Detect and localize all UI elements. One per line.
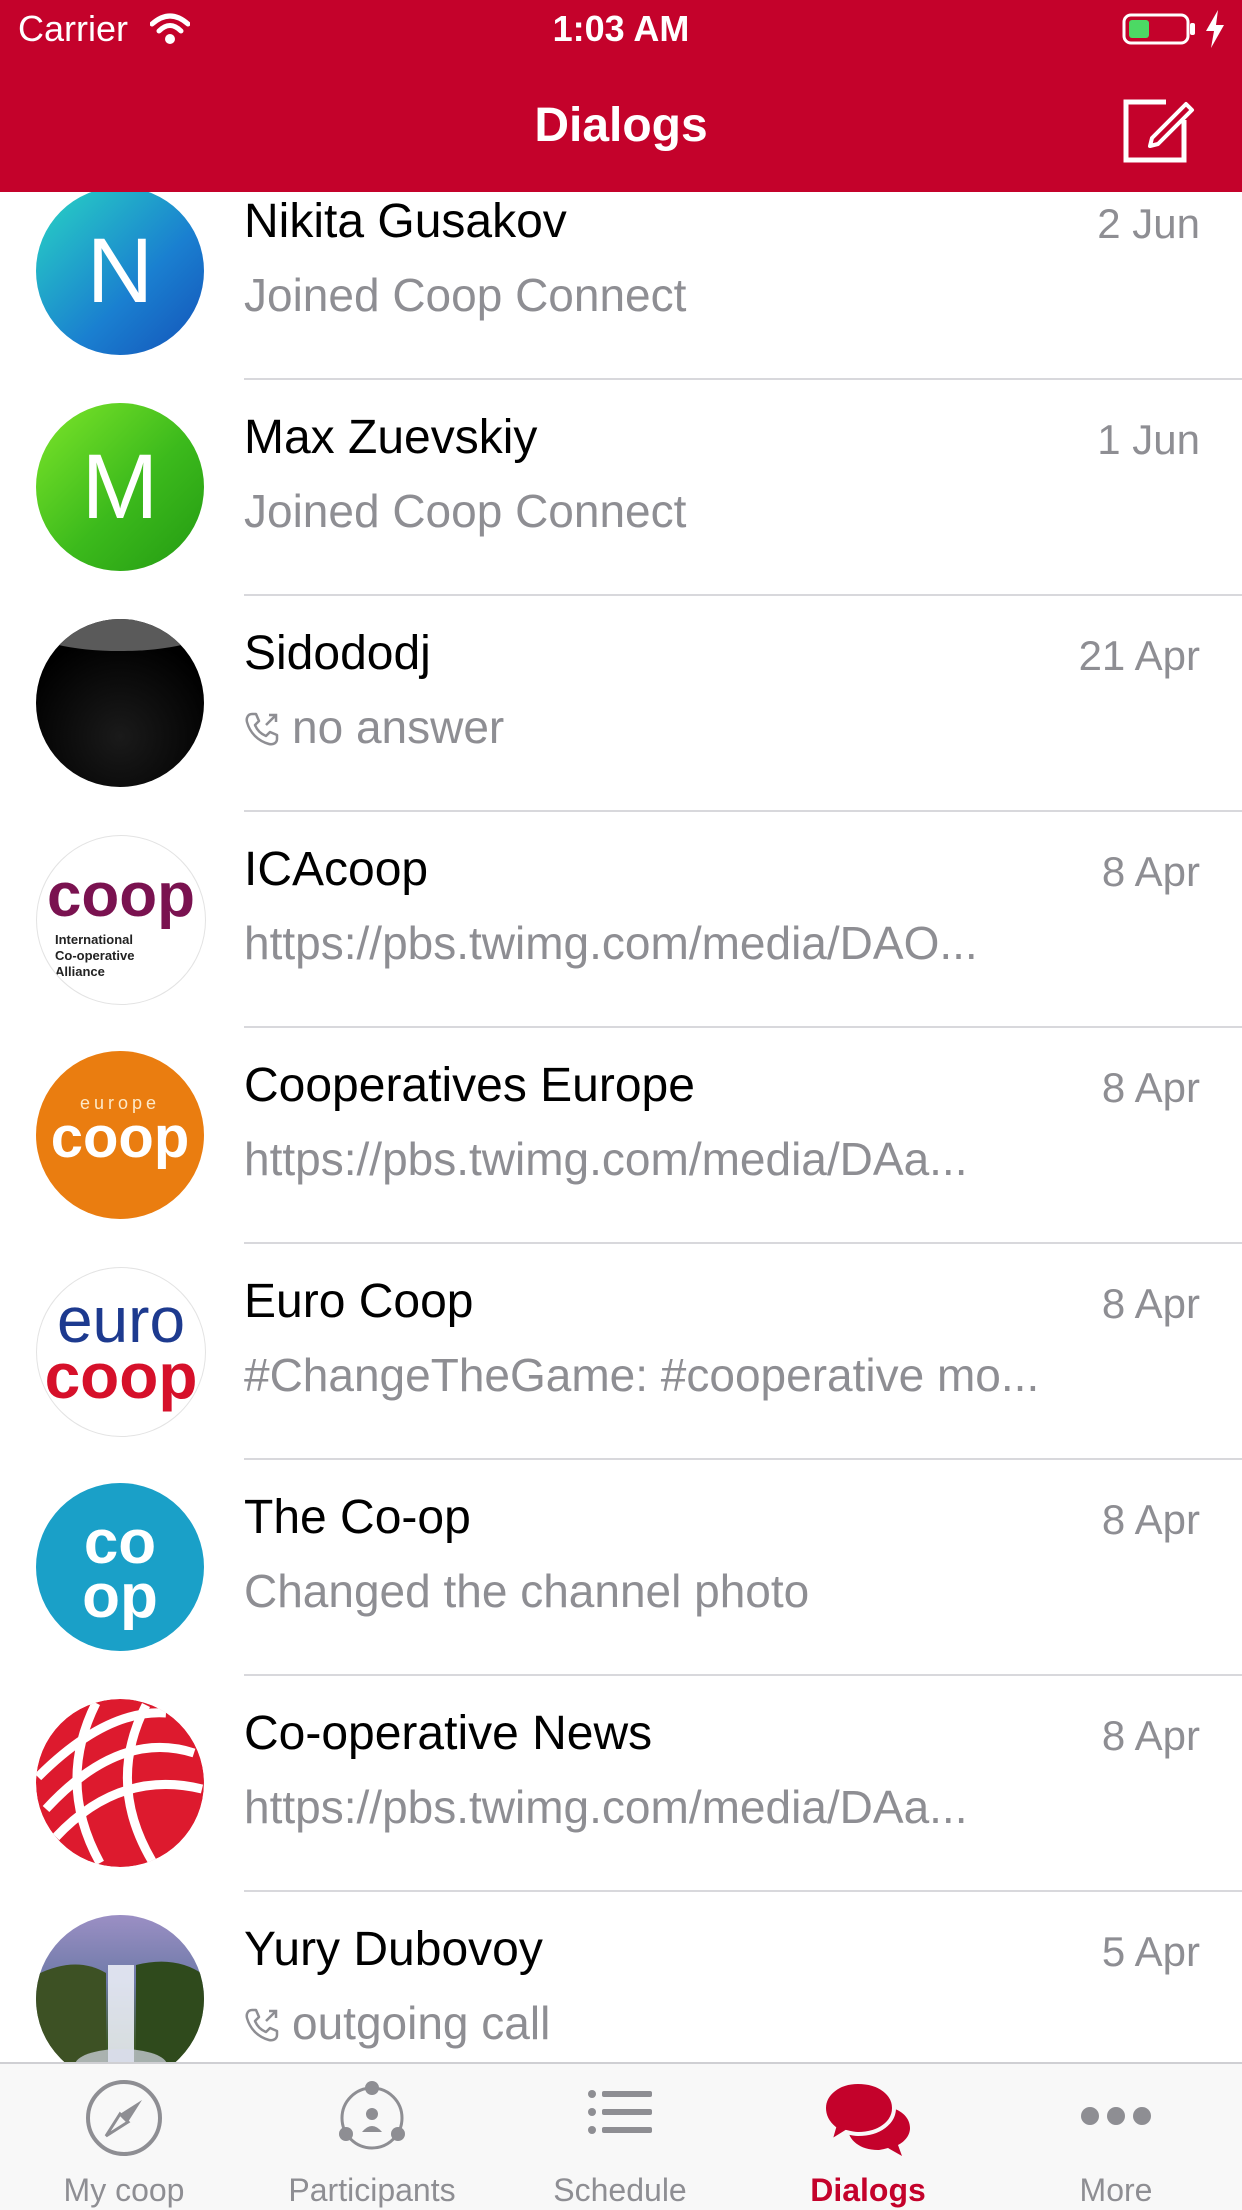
euro-coop-logo-text: coop xyxy=(45,1340,198,1412)
compose-icon[interactable] xyxy=(1122,90,1196,164)
dialog-name: ICAcoop xyxy=(244,843,429,896)
avatar: coop International Co-operative Alliance xyxy=(36,835,206,1005)
ica-logo-line: Co-operative xyxy=(55,948,134,963)
dialog-name: Max Zuevskiy xyxy=(244,411,538,464)
dialog-preview: outgoing call xyxy=(244,1996,1144,2050)
globe-logo-icon xyxy=(36,1699,204,1867)
dialog-date: 8 Apr xyxy=(1101,848,1200,895)
dialog-preview: Changed the channel photo xyxy=(244,1565,810,1617)
dialog-preview: https://pbs.twimg.com/media/DAO... xyxy=(244,917,978,969)
coop-europe-logo-text: coop xyxy=(51,1105,190,1170)
avatar: europe coop xyxy=(36,1051,204,1219)
dialog-preview-text: outgoing call xyxy=(292,1997,551,2049)
euro-coop-logo-icon: euro coop xyxy=(45,1284,198,1412)
dialog-row[interactable]: M Max Zuevskiy 1 Jun Joined Coop Connect xyxy=(0,380,1242,596)
dialog-row[interactable]: Co-operative News 8 Apr https://pbs.twim… xyxy=(0,1676,1242,1892)
ica-logo-icon: coop International Co-operative Alliance xyxy=(47,861,195,979)
battery-icon xyxy=(1122,13,1195,45)
dialog-preview: #ChangeTheGame: #cooperative mo... xyxy=(244,1349,1040,1401)
avatar: M xyxy=(36,403,204,571)
ica-logo-line: International xyxy=(55,932,133,947)
the-coop-logo-icon: co op xyxy=(82,1508,158,1631)
dark-photo-icon xyxy=(36,619,204,651)
tab-bar: My coop Participants Schedule Dialogs Mo… xyxy=(0,2062,1242,2210)
page-title: Dialogs xyxy=(534,99,708,152)
dialog-preview: https://pbs.twimg.com/media/DAa... xyxy=(244,1133,968,1185)
dialog-name: The Co-op xyxy=(244,1491,471,1544)
status-time: 1:03 AM xyxy=(552,8,690,49)
tab-my-coop[interactable]: My coop xyxy=(0,2064,248,2210)
list-icon xyxy=(588,2090,652,2134)
dialog-row[interactable]: N Nikita Gusakov 2 Jun Joined Coop Conne… xyxy=(0,192,1242,380)
coop-europe-logo-icon: europe coop xyxy=(51,1093,190,1170)
avatar xyxy=(36,1915,204,2062)
participants-icon xyxy=(339,2081,405,2150)
dialog-name: Yury Dubovoy xyxy=(244,1923,543,1976)
compass-icon xyxy=(86,2080,162,2156)
dialog-date: 1 Jun xyxy=(1097,416,1200,463)
dialog-date: 21 Apr xyxy=(1078,632,1200,679)
status-bar: Carrier 1:03 AM xyxy=(0,0,1242,62)
tab-label: Participants xyxy=(288,2172,456,2208)
avatar-letter: M xyxy=(81,435,159,538)
navigation-header: Carrier 1:03 AM Dialogs xyxy=(0,0,1242,192)
dialog-row[interactable]: europe coop Cooperatives Europe 8 Apr ht… xyxy=(0,1028,1242,1244)
dialog-name: Cooperatives Europe xyxy=(244,1059,695,1112)
dialogs-list[interactable]: N Nikita Gusakov 2 Jun Joined Coop Conne… xyxy=(0,192,1242,2062)
chat-bubbles-icon xyxy=(821,2079,910,2156)
dialog-name: Co-operative News xyxy=(244,1707,653,1760)
ica-logo-line: Alliance xyxy=(55,964,105,979)
dialog-row[interactable]: coop International Co-operative Alliance… xyxy=(0,812,1242,1028)
dialog-name: Sidododj xyxy=(244,627,431,680)
dialog-date: 8 Apr xyxy=(1101,1496,1200,1543)
waterfall-photo-icon xyxy=(36,1961,204,2062)
dialog-row[interactable]: co op The Co-op 8 Apr Changed the channe… xyxy=(0,1460,1242,1676)
avatar xyxy=(36,619,204,787)
call-icon xyxy=(245,2008,279,2042)
tab-dialogs[interactable]: Dialogs xyxy=(744,2064,992,2210)
avatar: euro coop xyxy=(36,1267,206,1437)
dialog-date: 8 Apr xyxy=(1101,1712,1200,1759)
dialog-date: 8 Apr xyxy=(1101,1280,1200,1327)
call-icon xyxy=(245,712,279,746)
avatar: N xyxy=(36,192,204,355)
charging-bolt-icon xyxy=(1206,10,1224,48)
the-coop-logo-line: op xyxy=(82,1562,158,1631)
dialog-name: Nikita Gusakov xyxy=(244,195,567,248)
avatar: co op xyxy=(36,1483,204,1651)
dialog-preview: no answer xyxy=(244,700,1144,754)
avatar xyxy=(36,1699,204,1867)
tab-label: Dialogs xyxy=(810,2172,926,2208)
dialog-preview: https://pbs.twimg.com/media/DAa... xyxy=(244,1781,968,1833)
tab-schedule[interactable]: Schedule xyxy=(496,2064,744,2210)
tab-more[interactable]: More xyxy=(992,2064,1240,2210)
dialog-row[interactable]: Yury Dubovoy 5 Apr outgoing call xyxy=(0,1892,1242,2062)
dialog-name: Euro Coop xyxy=(244,1275,474,1328)
dialog-row[interactable]: euro coop Euro Coop 8 Apr #ChangeTheGame… xyxy=(0,1244,1242,1460)
dialog-preview: Joined Coop Connect xyxy=(244,485,687,537)
dialog-preview-text: no answer xyxy=(292,701,505,753)
avatar-letter: N xyxy=(86,219,154,322)
tab-participants[interactable]: Participants xyxy=(248,2064,496,2210)
tab-label: My coop xyxy=(63,2172,185,2208)
dialog-row[interactable]: Sidododj 21 Apr no answer xyxy=(0,596,1242,812)
dialog-preview: Joined Coop Connect xyxy=(244,269,687,321)
dialog-date: 8 Apr xyxy=(1101,1064,1200,1111)
more-dots-icon xyxy=(1081,2107,1151,2125)
dialog-date: 5 Apr xyxy=(1101,1928,1200,1975)
dialog-date: 2 Jun xyxy=(1097,200,1200,247)
tab-label: Schedule xyxy=(553,2172,687,2208)
ica-logo-text: coop xyxy=(47,861,195,930)
tab-label: More xyxy=(1079,2172,1153,2208)
